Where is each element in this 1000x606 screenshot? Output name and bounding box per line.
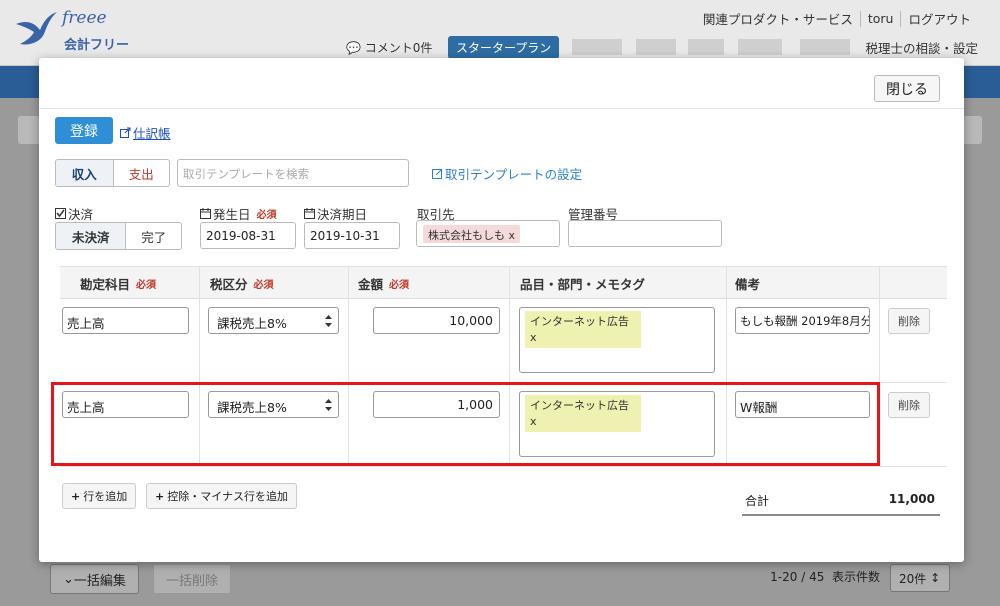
bulk-edit-label: 一括編集 — [73, 573, 126, 589]
settlement-label-text: 決済 — [68, 207, 94, 222]
tax-value: 課税売上8% — [217, 316, 287, 331]
comment-count[interactable]: 💬 コメント0件 — [346, 39, 432, 56]
bulk-edit-button[interactable]: ⌄ 一括編集 — [50, 564, 139, 594]
user-name[interactable]: toru — [861, 11, 901, 26]
freee-bird-logo-icon — [16, 12, 57, 45]
tab-expense[interactable]: 支出 — [112, 160, 170, 186]
comment-count-label: コメント0件 — [364, 41, 433, 55]
partner-name: 株式会社もしも — [428, 229, 505, 242]
required-mark: 必須 — [136, 280, 157, 291]
tab-income[interactable]: 収入 — [56, 160, 113, 186]
header-tax: 税区分 必須 — [210, 267, 274, 300]
highlight-box — [51, 382, 880, 466]
issue-date-label: 発生日 必須 — [200, 204, 277, 223]
tab-unsettled[interactable]: 未決済 — [56, 223, 126, 249]
settlement-toggle: 未決済 完了 — [55, 222, 182, 250]
header-tax-label: 税区分 — [210, 277, 248, 292]
partner-remove-button[interactable]: x — [509, 229, 516, 242]
header-account: 勘定科目 必須 — [80, 267, 156, 300]
paging-info: 1-20 / 45 表示件数 — [770, 568, 880, 585]
header-remarks: 備考 — [735, 277, 761, 292]
close-button[interactable]: 閉じる — [874, 75, 940, 102]
due-date-input[interactable]: 2019-10-31 — [304, 222, 400, 249]
plus-icon: + — [155, 489, 165, 503]
due-date-label-text: 決済期日 — [317, 207, 368, 222]
account-input[interactable]: 売上高 — [62, 307, 189, 334]
consult-link[interactable]: 税理士の相談・設定 — [865, 38, 978, 57]
tag-input[interactable]: インターネット広告 x — [519, 307, 715, 373]
select-arrows-icon — [325, 315, 332, 327]
top-links: 関連プロダクト・サービス toru ログアウト — [696, 9, 978, 28]
income-expense-toggle: 収入 支出 — [55, 159, 170, 187]
calendar-icon — [304, 208, 315, 219]
app-header: freee 会計フリー 関連プロダクト・サービス toru ログアウト 💬 コメ… — [0, 0, 1000, 66]
header-amount-label: 金額 — [358, 277, 384, 292]
app-name: 会計フリー — [64, 38, 130, 53]
add-row-button[interactable]: + 行を追加 — [62, 483, 137, 509]
amount-input[interactable]: 10,000 — [373, 307, 500, 334]
plan-badge[interactable]: スタータープラン — [448, 36, 560, 59]
logo-text: freee — [62, 8, 107, 28]
total-underline — [742, 514, 940, 516]
template-settings-label: 取引テンプレートの設定 — [445, 167, 583, 182]
issue-date-label-text: 発生日 — [213, 207, 251, 222]
paging-range: 1-20 / 45 — [770, 570, 825, 584]
add-row-label: 行を追加 — [83, 490, 128, 503]
required-mark: 必須 — [389, 280, 410, 291]
logout-link[interactable]: ログアウト — [901, 9, 978, 28]
transaction-modal: 閉じる 登録 仕訳帳 収入 支出 取引テンプレートを検索 取引テンプレートの設定… — [39, 58, 964, 562]
tag-chip: インターネット広告 x — [525, 311, 641, 348]
blurred-text — [688, 39, 724, 55]
total-value: 11,000 — [888, 492, 935, 506]
template-settings-link[interactable]: 取引テンプレートの設定 — [432, 164, 582, 183]
journal-link-label: 仕訳帳 — [133, 126, 171, 141]
tax-select[interactable]: 課税売上8% — [208, 307, 339, 334]
total-label: 合計 — [745, 494, 770, 508]
delete-row-button[interactable]: 削除 — [888, 308, 930, 334]
delete-row-button[interactable]: 削除 — [888, 392, 930, 418]
management-no-input[interactable] — [568, 220, 722, 247]
add-minus-row-label: 控除・マイナス行を追加 — [167, 490, 288, 503]
calendar-icon — [200, 208, 211, 219]
required-mark: 必須 — [253, 280, 274, 291]
register-button[interactable]: 登録 — [55, 117, 113, 144]
edit-icon — [432, 168, 443, 179]
per-page-value: 20件 — [899, 571, 927, 586]
blurred-text — [572, 39, 622, 55]
tag-chip-label: インターネット広告 — [530, 315, 629, 328]
settlement-label: 決済 — [55, 204, 93, 223]
per-page-label: 表示件数 — [831, 570, 880, 584]
blurred-text — [738, 39, 782, 55]
related-products-link[interactable]: 関連プロダクト・サービス — [696, 9, 860, 28]
bulk-delete-button[interactable]: 一括削除 — [153, 564, 232, 594]
remarks-input[interactable]: もしも報酬 2019年8月分 — [735, 307, 870, 334]
plus-icon: + — [71, 489, 81, 503]
header-tags: 品目・部門・メモタグ — [520, 277, 646, 292]
issue-date-input[interactable]: 2019-08-31 — [200, 222, 296, 249]
row-divider — [60, 466, 947, 467]
checkbox-icon — [55, 208, 66, 219]
required-mark: 必須 — [256, 210, 277, 221]
template-search-input[interactable]: 取引テンプレートを検索 — [177, 159, 409, 187]
add-minus-row-button[interactable]: + 控除・マイナス行を追加 — [146, 483, 297, 509]
per-page-select[interactable]: 20件 ↕ — [890, 564, 950, 592]
header-account-label: 勘定科目 — [80, 277, 131, 292]
tag-remove-button[interactable]: x — [530, 331, 537, 344]
partner-tag: 株式会社もしも x — [423, 225, 521, 243]
header-amount: 金額 必須 — [358, 267, 409, 300]
blurred-text — [800, 39, 850, 55]
external-link-icon — [120, 127, 131, 138]
tab-settled[interactable]: 完了 — [125, 223, 181, 249]
table-header: 勘定科目 必須 税区分 必須 金額 必須 品目・部門・メモタグ 備考 — [60, 266, 947, 299]
partner-input[interactable]: 株式会社もしも x — [416, 220, 560, 247]
journal-link[interactable]: 仕訳帳 — [120, 123, 171, 142]
due-date-label: 決済期日 — [304, 204, 367, 223]
blurred-text — [636, 39, 676, 55]
divider — [39, 108, 964, 109]
